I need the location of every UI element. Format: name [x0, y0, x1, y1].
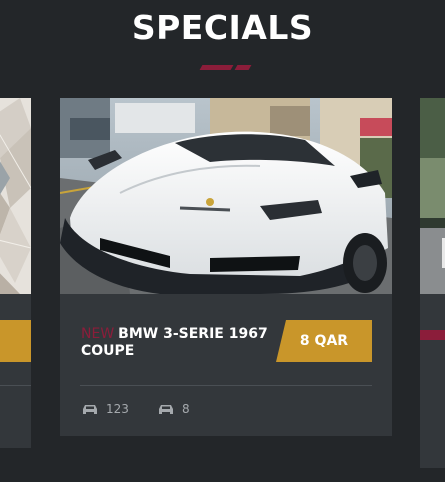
car-card[interactable]: NEW BMW 3-SERIE 1967 COUPE 8 QAR 123 8 — [60, 98, 392, 436]
car-image[interactable] — [420, 98, 445, 294]
car-image[interactable] — [60, 98, 392, 294]
title-divider — [199, 65, 253, 70]
car-card-previous[interactable] — [0, 98, 31, 448]
new-badge: NEW — [81, 326, 115, 342]
price-value: 8 QAR — [299, 333, 349, 349]
car-card-next[interactable] — [420, 98, 445, 468]
new-badge — [420, 330, 445, 340]
car-image[interactable] — [0, 98, 31, 294]
car-icon — [83, 405, 97, 414]
car-icon — [159, 405, 173, 414]
price-badge: 8 QAR — [276, 320, 372, 362]
divider — [0, 385, 31, 386]
meta-value: 8 — [182, 402, 190, 416]
meta-value: 123 — [106, 402, 129, 416]
meta-item: 8 — [158, 402, 190, 416]
divider — [80, 385, 372, 386]
car-title[interactable]: NEW BMW 3-SERIE 1967 COUPE — [81, 326, 286, 360]
price-badge — [0, 320, 31, 362]
meta-item: 123 — [82, 402, 129, 416]
section-title: SPECIALS — [131, 8, 314, 47]
